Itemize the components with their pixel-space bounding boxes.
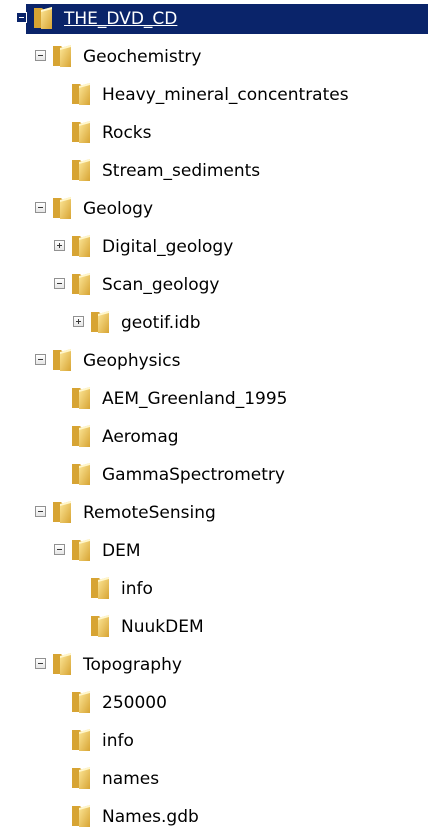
folder-icon xyxy=(51,652,77,676)
collapse-toggle-icon[interactable] xyxy=(16,12,27,23)
folder-icon xyxy=(51,500,77,524)
tree-node-label: Digital_geology xyxy=(102,237,234,257)
folder-icon xyxy=(70,82,96,106)
folder-icon xyxy=(70,690,96,714)
tree-node-label: names xyxy=(102,769,160,789)
tree-node[interactable]: Geophysics xyxy=(0,342,428,380)
folder-icon xyxy=(70,766,96,790)
folder-icon xyxy=(70,424,96,448)
tree-node[interactable]: Rocks xyxy=(0,114,428,152)
folder-icon xyxy=(32,6,58,30)
tree-node-label: Topography xyxy=(83,655,182,675)
collapse-toggle-icon[interactable] xyxy=(35,202,46,213)
tree-node[interactable]: Stream_sediments xyxy=(0,152,428,190)
tree-node-label: AEM_Greenland_1995 xyxy=(102,389,288,409)
tree-node[interactable]: Heavy_mineral_concentrates xyxy=(0,76,428,114)
collapse-toggle-icon[interactable] xyxy=(35,354,46,365)
tree-node[interactable]: RemoteSensing xyxy=(0,494,428,532)
collapse-toggle-icon[interactable] xyxy=(35,506,46,517)
tree-node[interactable]: AEM_Greenland_1995 xyxy=(0,380,428,418)
folder-icon xyxy=(70,386,96,410)
tree-node-label: GammaSpectrometry xyxy=(102,465,285,485)
tree-node-label: Aeromag xyxy=(102,427,179,447)
tree-node[interactable]: Scan_geology xyxy=(0,266,428,304)
collapse-toggle-icon[interactable] xyxy=(35,658,46,669)
tree-node-label: RemoteSensing xyxy=(83,503,216,523)
folder-icon xyxy=(89,614,115,638)
expand-toggle-icon[interactable] xyxy=(54,240,65,251)
folder-icon xyxy=(70,462,96,486)
tree-node-label: Geophysics xyxy=(83,351,181,371)
tree-node[interactable]: Geochemistry xyxy=(0,38,428,76)
tree-node-label: Stream_sediments xyxy=(102,161,261,181)
folder-icon xyxy=(70,158,96,182)
tree-node[interactable]: Topography xyxy=(0,646,428,684)
tree-node[interactable]: Aeromag xyxy=(0,418,428,456)
tree-node[interactable]: geotif.idb xyxy=(0,304,428,342)
tree-node[interactable]: info xyxy=(0,570,428,608)
tree-node-label: Geochemistry xyxy=(83,47,202,67)
tree-node-label: info xyxy=(121,579,153,599)
tree-node-label: NuukDEM xyxy=(121,617,204,637)
folder-icon xyxy=(70,728,96,752)
folder-icon xyxy=(89,576,115,600)
tree-node-label: Heavy_mineral_concentrates xyxy=(102,85,349,105)
tree-node[interactable]: Digital_geology xyxy=(0,228,428,266)
tree-node[interactable]: DEM xyxy=(0,532,428,570)
folder-icon xyxy=(70,272,96,296)
tree-node[interactable]: THE_DVD_CD xyxy=(0,0,428,38)
tree-node[interactable]: Geology xyxy=(0,190,428,228)
tree-node[interactable]: 250000 xyxy=(0,684,428,722)
tree-node-label: THE_DVD_CD xyxy=(64,9,178,29)
tree-node[interactable]: NuukDEM xyxy=(0,608,428,646)
folder-icon xyxy=(70,804,96,828)
tree-node-label: Geology xyxy=(83,199,154,219)
folder-icon xyxy=(51,348,77,372)
tree-node[interactable]: GammaSpectrometry xyxy=(0,456,428,494)
tree-node-label: 250000 xyxy=(102,693,167,713)
tree-node-label: Scan_geology xyxy=(102,275,220,295)
collapse-toggle-icon[interactable] xyxy=(54,544,65,555)
folder-icon xyxy=(70,538,96,562)
folder-icon xyxy=(51,44,77,68)
tree-node-label: Rocks xyxy=(102,123,152,143)
folder-icon xyxy=(89,310,115,334)
collapse-toggle-icon[interactable] xyxy=(54,278,65,289)
tree-node-label: Names.gdb xyxy=(102,807,199,827)
tree-node-label: geotif.idb xyxy=(121,313,201,333)
tree-node-label: DEM xyxy=(102,541,141,561)
expand-toggle-icon[interactable] xyxy=(73,316,84,327)
tree-node[interactable]: names xyxy=(0,760,428,798)
collapse-toggle-icon[interactable] xyxy=(35,50,46,61)
tree-node[interactable]: info xyxy=(0,722,428,760)
folder-icon xyxy=(51,196,77,220)
folder-tree: THE_DVD_CD Geochemistry Heavy_mineral_conc… xyxy=(0,0,428,840)
tree-node-label: info xyxy=(102,731,134,751)
folder-icon xyxy=(70,120,96,144)
tree-node[interactable]: Names.gdb xyxy=(0,798,428,836)
folder-icon xyxy=(70,234,96,258)
